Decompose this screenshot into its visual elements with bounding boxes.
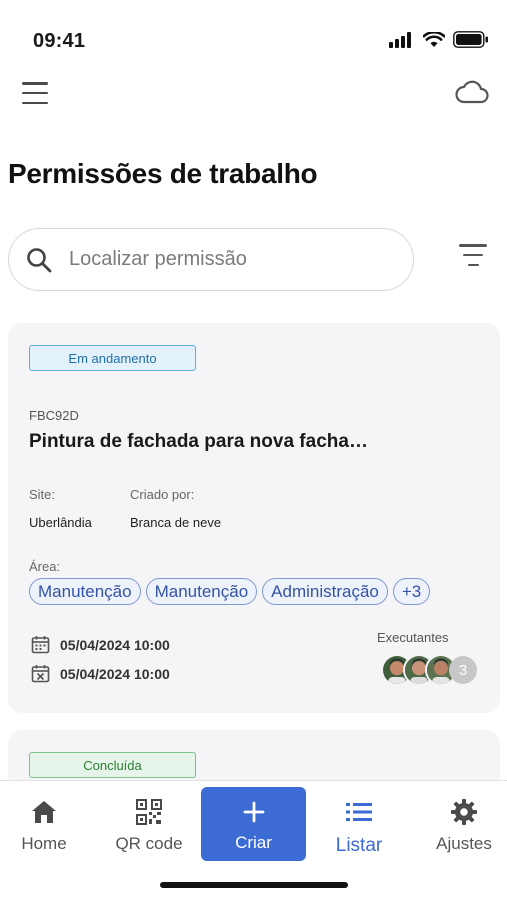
search-icon — [27, 247, 52, 272]
nav-list[interactable]: Listar — [326, 781, 392, 871]
site-value: Uberlândia — [29, 515, 92, 530]
nav-create-label: Criar — [235, 833, 272, 852]
nav-qr-code[interactable]: QR code — [108, 781, 190, 871]
home-indicator — [160, 882, 348, 888]
status-icons — [389, 31, 489, 48]
status-bar: 09:41 — [0, 0, 507, 70]
battery-icon — [453, 31, 488, 48]
status-time: 09:41 — [33, 30, 86, 52]
area-tag: Manutenção — [29, 578, 141, 605]
executors-label: Executantes — [377, 630, 449, 645]
wifi-icon — [423, 31, 445, 47]
search-bar[interactable] — [8, 228, 414, 291]
start-date-row: 05/04/2024 10:00 — [31, 635, 170, 654]
gear-icon — [451, 799, 477, 825]
area-label: Área: — [29, 559, 61, 574]
nav-settings[interactable]: Ajustes — [430, 781, 498, 871]
start-date: 05/04/2024 10:00 — [60, 636, 170, 653]
list-icon — [346, 803, 372, 821]
qr-code-icon — [136, 799, 162, 825]
status-badge: Concluída — [29, 752, 196, 778]
permit-title: Pintura de fachada para nova facha… — [29, 431, 368, 452]
nav-qr-label: QR code — [115, 834, 183, 853]
more-areas-tag[interactable]: +3 — [392, 578, 431, 605]
filter-icon[interactable] — [459, 244, 487, 266]
calendar-start-icon — [31, 636, 50, 654]
nav-list-label: Listar — [335, 835, 383, 856]
home-icon — [32, 801, 56, 823]
creator-value: Branca de neve — [130, 515, 222, 530]
search-input[interactable] — [69, 248, 389, 271]
area-tag: Manutenção — [145, 578, 258, 605]
page-title: Permissões de trabalho — [8, 158, 318, 189]
signal-icon — [389, 31, 411, 48]
nav-create-button[interactable]: Criar — [201, 787, 306, 861]
area-tags: Manutenção Manutenção Administração +3 — [29, 578, 431, 605]
status-badge: Em andamento — [29, 345, 196, 371]
nav-home[interactable]: Home — [10, 781, 78, 871]
nav-home-label: Home — [21, 834, 67, 853]
menu-icon[interactable] — [22, 82, 48, 104]
creator-label: Criado por: — [130, 487, 195, 502]
permit-card[interactable]: Em andamento FBC92D Pintura de fachada p… — [8, 323, 500, 713]
nav-settings-label: Ajustes — [436, 834, 492, 853]
calendar-end-icon — [31, 665, 50, 683]
end-date-row: 05/04/2024 10:00 — [31, 664, 170, 683]
site-label: Site: — [29, 487, 56, 502]
permit-code: FBC92D — [29, 408, 79, 423]
end-date: 05/04/2024 10:00 — [60, 665, 170, 682]
executor-avatars[interactable]: 3 — [381, 654, 477, 686]
cloud-icon[interactable] — [455, 78, 489, 106]
more-executors-count: 3 — [449, 656, 477, 684]
plus-icon — [243, 801, 264, 823]
area-tag: Administração — [262, 578, 388, 605]
